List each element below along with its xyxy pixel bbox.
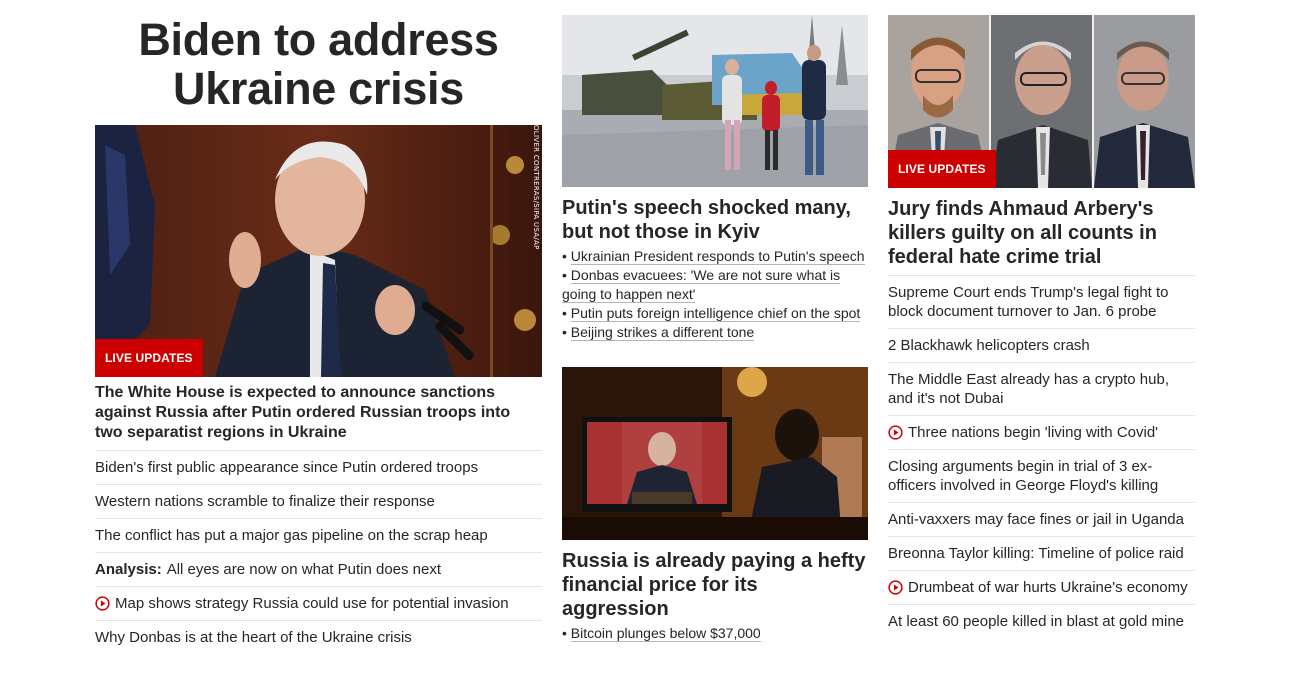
story-link[interactable]: Closing arguments begin in trial of 3 ex… bbox=[888, 457, 1195, 495]
bullet-link[interactable]: Bitcoin plunges below $37,000 bbox=[570, 625, 761, 642]
list-item[interactable]: Analysis: All eyes are now on what Putin … bbox=[95, 553, 542, 587]
story-headline[interactable]: Putin's speech shocked many, but not tho… bbox=[562, 187, 868, 244]
list-item[interactable]: Anti-vaxxers may face fines or jail in U… bbox=[888, 503, 1195, 537]
kyiv-photo-link[interactable] bbox=[562, 15, 868, 187]
play-icon bbox=[888, 580, 903, 595]
story-headline[interactable]: Russia is already paying a hefty financi… bbox=[562, 540, 868, 621]
story-link[interactable]: Breonna Taylor killing: Timeline of poli… bbox=[888, 544, 1184, 563]
related-link[interactable]: Biden's first public appearance since Pu… bbox=[95, 458, 478, 477]
story-bullets: • Ukrainian President responds to Putin'… bbox=[562, 247, 868, 342]
related-link[interactable]: Why Donbas is at the heart of the Ukrain… bbox=[95, 628, 412, 647]
list-item[interactable]: Western nations scramble to finalize the… bbox=[95, 485, 542, 519]
related-link-analysis[interactable]: Analysis: All eyes are now on what Putin … bbox=[95, 560, 441, 579]
russia-price-headline-link[interactable]: Russia is already paying a hefty financi… bbox=[562, 540, 868, 621]
list-item[interactable]: The Middle East already has a crypto hub… bbox=[888, 363, 1195, 416]
bullet-item[interactable]: • Ukrainian President responds to Putin'… bbox=[562, 247, 868, 266]
related-link-video[interactable]: Map shows strategy Russia could use for … bbox=[115, 594, 509, 613]
bullet-item[interactable]: • Donbas evacuees: 'We are not sure what… bbox=[562, 266, 868, 304]
arbery-headline-link[interactable]: Jury finds Ahmaud Arbery's killers guilt… bbox=[888, 188, 1195, 276]
live-updates-badge[interactable]: LIVE UPDATES bbox=[95, 339, 203, 377]
list-item[interactable]: Biden's first public appearance since Pu… bbox=[95, 451, 542, 485]
story-headline[interactable]: Jury finds Ahmaud Arbery's killers guilt… bbox=[888, 188, 1195, 276]
bullet-link[interactable]: Donbas evacuees: 'We are not sure what i… bbox=[562, 267, 841, 303]
story-link[interactable]: At least 60 people killed in blast at go… bbox=[888, 612, 1184, 631]
bullet-link[interactable]: Putin puts foreign intelligence chief on… bbox=[570, 305, 861, 322]
lead-story-column: Biden to address Ukraine crisis OLIVER C… bbox=[95, 0, 542, 654]
story-bullets: • Bitcoin plunges below $37,000 bbox=[562, 624, 868, 643]
bullet-item[interactable]: • Putin puts foreign intelligence chief … bbox=[562, 304, 868, 323]
banner-title-line-1[interactable]: Biden to address bbox=[138, 14, 499, 65]
banner-title-link[interactable]: Biden to address Ukraine crisis bbox=[95, 15, 542, 113]
related-links-list: Biden's first public appearance since Pu… bbox=[95, 451, 542, 654]
story-link[interactable]: Supreme Court ends Trump's legal fight t… bbox=[888, 283, 1195, 321]
right-column: LIVE UPDATES Jury finds Ahmaud Arbery's … bbox=[888, 0, 1195, 638]
bullet-link[interactable]: Beijing strikes a different tone bbox=[570, 324, 755, 341]
play-icon bbox=[888, 425, 903, 440]
list-item[interactable]: Drumbeat of war hurts Ukraine's economy bbox=[888, 571, 1195, 605]
play-icon bbox=[95, 596, 110, 611]
hero-image-biden[interactable]: OLIVER CONTRERAS/SIPA USA/AP LIVE UPDATE… bbox=[95, 125, 542, 377]
story-link[interactable]: The Middle East already has a crypto hub… bbox=[888, 370, 1195, 408]
live-updates-badge[interactable]: LIVE UPDATES bbox=[888, 150, 996, 188]
list-item[interactable]: Supreme Court ends Trump's legal fight t… bbox=[888, 276, 1195, 329]
top-stories-list: Supreme Court ends Trump's legal fight t… bbox=[888, 276, 1195, 638]
kyiv-photo bbox=[562, 15, 868, 187]
analysis-label: Analysis: bbox=[95, 561, 162, 578]
bullet-item[interactable]: • Beijing strikes a different tone bbox=[562, 323, 868, 342]
list-item[interactable]: Closing arguments begin in trial of 3 ex… bbox=[888, 450, 1195, 503]
lead-headline[interactable]: The White House is expected to announce … bbox=[95, 377, 542, 451]
analysis-text[interactable]: All eyes are now on what Putin does next bbox=[167, 561, 441, 578]
list-item[interactable]: The conflict has put a major gas pipelin… bbox=[95, 519, 542, 553]
arbery-photo-link[interactable]: LIVE UPDATES bbox=[888, 15, 1195, 188]
list-item[interactable]: Three nations begin 'living with Covid' bbox=[888, 416, 1195, 450]
photo-credit: OLIVER CONTRERAS/SIPA USA/AP bbox=[532, 125, 540, 250]
related-link[interactable]: Western nations scramble to finalize the… bbox=[95, 492, 435, 511]
story-link-video[interactable]: Three nations begin 'living with Covid' bbox=[908, 423, 1158, 442]
bullet-link[interactable]: Ukrainian President responds to Putin's … bbox=[570, 248, 865, 265]
story-link-video[interactable]: Drumbeat of war hurts Ukraine's economy bbox=[908, 578, 1188, 597]
middle-column: Putin's speech shocked many, but not tho… bbox=[562, 0, 868, 643]
list-item[interactable]: Breonna Taylor killing: Timeline of poli… bbox=[888, 537, 1195, 571]
banner-title[interactable]: Biden to address Ukraine crisis bbox=[95, 15, 542, 113]
list-item[interactable]: 2 Blackhawk helicopters crash bbox=[888, 329, 1195, 363]
related-link[interactable]: The conflict has put a major gas pipelin… bbox=[95, 526, 488, 545]
list-item[interactable]: Why Donbas is at the heart of the Ukrain… bbox=[95, 621, 542, 654]
story-link[interactable]: Anti-vaxxers may face fines or jail in U… bbox=[888, 510, 1184, 529]
tv-photo bbox=[562, 367, 868, 540]
list-item[interactable]: Map shows strategy Russia could use for … bbox=[95, 587, 542, 621]
lead-headline-link[interactable]: The White House is expected to announce … bbox=[95, 377, 542, 451]
bullet-item[interactable]: • Bitcoin plunges below $37,000 bbox=[562, 624, 868, 643]
tv-photo-link[interactable] bbox=[562, 367, 868, 540]
story-link[interactable]: 2 Blackhawk helicopters crash bbox=[888, 336, 1090, 355]
banner-title-line-2[interactable]: Ukraine crisis bbox=[173, 63, 464, 114]
list-item[interactable]: At least 60 people killed in blast at go… bbox=[888, 605, 1195, 638]
putin-speech-headline-link[interactable]: Putin's speech shocked many, but not tho… bbox=[562, 187, 868, 244]
